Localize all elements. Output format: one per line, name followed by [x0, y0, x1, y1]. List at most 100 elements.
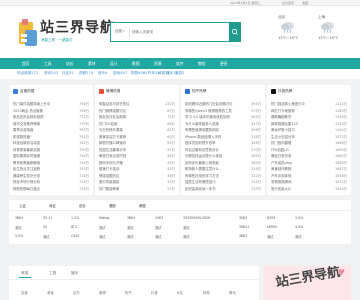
search-button[interactable] — [229, 22, 241, 42]
bookmark-link[interactable]: 收藏 — [302, 1, 308, 5]
nav-item[interactable]: 设计 — [110, 61, 118, 67]
list-item[interactable]: 生活小妙招分享 1072万 — [271, 134, 347, 140]
list-item[interactable]: 热门歌曲榜单 27万 — [99, 186, 175, 192]
list-item[interactable]: 为什么越来越多人选择 347万 — [185, 121, 261, 127]
bookmark-link[interactable]: 抖音 — [151, 290, 158, 295]
list-item[interactable]: 热门挑战赛火爆进行中 1212万 — [271, 101, 347, 107]
list-item[interactable]: 影视剧热播" 751万 — [13, 134, 89, 140]
nav-item[interactable]: 首页 — [22, 61, 30, 67]
hot-topic-link[interactable]: 社区51 — [62, 71, 74, 76]
list-item[interactable]: 网友热评社会新闻 72万 — [99, 114, 175, 120]
list-item[interactable]: FPX战胜LG 1065万 — [271, 147, 347, 153]
weather-today[interactable]: 北京 13°C~15°C — [278, 15, 310, 53]
list-item[interactable]: 有哪些好用的学习方法 232万 — [185, 173, 261, 179]
list-item[interactable]: 宠物搞笑瞬间 1032万 — [271, 179, 347, 185]
nav-item[interactable]: 资源 — [154, 61, 162, 67]
list-item[interactable]: 热门微博话题讨论 87万 — [99, 108, 175, 114]
list-item[interactable]: 萌娃日常记录 1060万 — [271, 153, 347, 159]
bookmark-tab[interactable]: 娱乐 — [71, 271, 78, 276]
search-engine-select[interactable]: 百度 — [115, 29, 122, 34]
list-item[interactable]: 你见过最有创意的设计 270万 — [185, 147, 261, 153]
list-item[interactable]: 热门5G应用 68万 — [99, 121, 175, 127]
list-item[interactable]: 数码评测与开箱 45万 — [99, 160, 175, 166]
list-item[interactable]: 旅行风景大片 1024万 — [271, 186, 347, 192]
set-homepage-link[interactable]: 设为首页 — [282, 1, 294, 5]
list-item[interactable]: 搞笑视频合集225 1150万 — [271, 121, 347, 127]
list-item[interactable]: 教育政策最新解读 730万 — [13, 160, 89, 166]
hot-topic-link[interactable]: 购物40601 — [131, 71, 150, 76]
nav-item[interactable]: 软件 — [176, 61, 184, 67]
list-item[interactable]: 新品发布会精彩回顾 772万 — [13, 114, 89, 120]
list-item[interactable]: 程序员如何提升效率 306万 — [185, 140, 261, 146]
hot-topic-link[interactable]: 热点新闻272 — [17, 71, 38, 76]
list-item[interactable]: 城市文旅推荐榜单 770万 — [13, 121, 89, 127]
list-item[interactable]: 体育赛事最新战报 730万 — [13, 147, 89, 153]
list-item[interactable]: 旅行风景摄影 33万 — [99, 179, 175, 185]
nav-item[interactable]: 影视 — [132, 61, 140, 67]
list-item[interactable]: 春季出游指南 767万 — [13, 127, 89, 133]
bookmark-link[interactable]: 百度 — [21, 290, 28, 295]
nav-item[interactable]: 素材 — [88, 61, 96, 67]
bookmark-link[interactable]: 京东 — [73, 290, 80, 295]
panel-title[interactable]: 微博热搜 — [106, 89, 120, 94]
bookmark-link[interactable]: 微博 — [99, 290, 106, 295]
list-item[interactable]: 独居生活有哪些技巧 224万 — [185, 179, 261, 185]
list-item[interactable]: 2023两会 热点聚焦 756万 — [13, 108, 89, 114]
list-item[interactable]: 新剧开播口碑速评 55万 — [99, 140, 175, 146]
list-item[interactable]: 明星动态与综艺热议 232万 — [99, 101, 175, 107]
list-item[interactable]: 学习 4.0 版本的使用体验如何 505万 — [185, 114, 261, 120]
logo-text[interactable]: 站三界导航 — [40, 17, 115, 37]
bookmark-link[interactable]: 腾讯 — [229, 290, 236, 295]
list-item[interactable]: 户外探险vlog 1050万 — [271, 160, 347, 166]
list-item[interactable]: 热门音乐翻唱 1068万 — [271, 140, 347, 146]
list-item[interactable]: 如何评价最新上映电影 260万 — [185, 160, 261, 166]
list-item[interactable]: 汽车评测体验 1036万 — [271, 173, 347, 179]
hot-topic-link[interactable]: 旅游2 — [175, 71, 184, 76]
list-item[interactable]: 情感话题热议 38万 — [99, 173, 175, 179]
stock-tab[interactable]: 深证 — [49, 203, 56, 208]
panel-title[interactable]: 百度热搜 — [20, 89, 34, 94]
hot-topic-link[interactable]: 游戏447 — [113, 71, 127, 76]
list-item[interactable]: 国际要闻实时速递 730万 — [13, 153, 89, 159]
list-item[interactable]: 如何看待近期热门社会问题讨论 594万 — [185, 101, 261, 107]
list-item[interactable]: 职场新人需要注意什么 245万 — [185, 166, 261, 172]
nav-item[interactable]: 工具 — [44, 61, 52, 67]
stock-tab[interactable]: 创业 — [79, 203, 86, 208]
bookmark-link[interactable]: 淘宝 — [47, 290, 54, 295]
chevron-down-icon[interactable]: ▾ — [123, 29, 125, 33]
list-item[interactable]: 美食探店打卡推荐 60万 — [99, 134, 175, 140]
list-item[interactable]: iPhone 新品值得入手吗 318万 — [185, 134, 261, 140]
bookmark-link[interactable]: B站 — [177, 290, 183, 295]
list-item[interactable]: 有哪些Qwen3 值得推荐的工具 575万 — [185, 108, 261, 114]
list-item[interactable]: 美食制作教程 1047万 — [271, 166, 347, 172]
panel-title[interactable]: 抖音热榜 — [278, 89, 292, 94]
panel-title[interactable]: 知乎热榜 — [192, 89, 206, 94]
promo-banner[interactable]: ♥ 站三界导航 — [264, 266, 351, 300]
list-item[interactable]: 有哪些值得收藏的网站 336万 — [185, 127, 261, 133]
logo-icon[interactable] — [17, 16, 39, 48]
stock-tab[interactable]: 上证 — [19, 203, 26, 208]
list-item[interactable]: 科技创新前沿动态 741万 — [13, 140, 89, 146]
weather-tomorrow[interactable]: 上海 13°C~15°C — [318, 15, 350, 53]
list-item[interactable]: 热门事件话题持续上升中 756万 — [13, 101, 89, 107]
list-item[interactable]: 网红打卡地推荐 1160万 — [271, 108, 347, 114]
list-item[interactable]: 爆款舞蹈教学 1158万 — [271, 114, 347, 120]
list-item[interactable]: 财经市场行情分析 714万 — [13, 179, 89, 185]
bookmark-tab[interactable]: 工具 — [49, 271, 56, 276]
bookmark-link[interactable]: 网易 — [203, 290, 210, 295]
list-item[interactable]: 网络热梗每日盘点 714万 — [13, 186, 89, 192]
nav-item[interactable]: 教程 — [198, 61, 206, 67]
stock-tab[interactable]: 美股 — [139, 203, 146, 208]
bookmark-tab[interactable]: 常用 — [21, 271, 28, 276]
hot-topic-link[interactable]: 资讯203 — [44, 71, 58, 76]
list-item[interactable]: 健身打卡挑战 42万 — [99, 166, 175, 172]
hot-topic-link[interactable]: 音乐4 — [98, 71, 107, 76]
list-item[interactable]: 民生热点关注追踪 720万 — [13, 166, 89, 172]
search-input[interactable] — [132, 26, 222, 38]
list-item[interactable]: 长期坚持运动是什么体验 262万 — [185, 153, 261, 159]
list-item[interactable]: 如何高效阅读一本书 215万 — [185, 186, 261, 192]
list-item[interactable]: 美妆护肤小技巧 1100万 — [271, 127, 347, 133]
hot-topic-link[interactable]: 视频174 — [79, 71, 93, 76]
list-item[interactable]: 健康养生知识分享 716万 — [13, 173, 89, 179]
list-item[interactable]: 校园生活趣事分享 51万 — [99, 147, 175, 153]
